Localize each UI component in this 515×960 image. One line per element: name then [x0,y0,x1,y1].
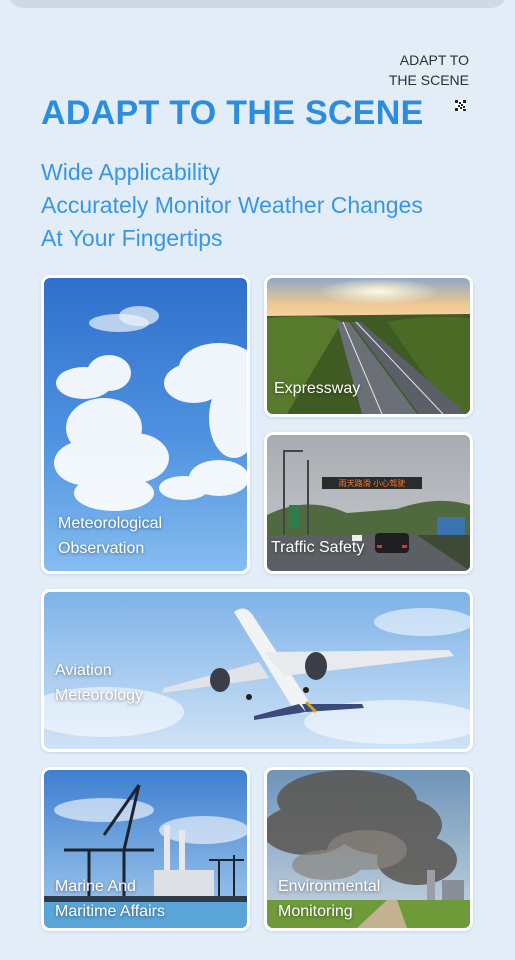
card-label: Environmental Monitoring [278,874,380,924]
card-label: Aviation Meteorology [55,658,143,708]
card-meteorological-observation[interactable]: Meteorological Observation [41,275,250,574]
card-label-line: Expressway [274,380,361,397]
card-label-line: Meteorological [58,515,163,532]
card-label-line: Observation [58,540,145,557]
scene-tag: ADAPT TO THE SCENE [349,50,469,90]
feature-item: Wide Applicability [41,159,220,185]
feature-item: Accurately Monitor Weather Changes [41,192,423,218]
card-label: Expressway [274,376,360,401]
card-label-line: Environmental [278,878,381,895]
card-label-line: Aviation [55,662,112,679]
card-label-line: Traffic Safety [271,539,365,556]
card-environmental-monitoring[interactable]: Environmental Monitoring [264,767,473,931]
scene-tag-line2: THE SCENE [388,72,469,88]
card-label: Marine And Maritime Affairs [55,874,165,924]
card-label: Traffic Safety [271,535,364,560]
qr-code-icon[interactable] [455,100,466,111]
card-traffic-safety[interactable]: 雨天路滑 小心驾驶 Traffic Safety [264,432,473,574]
card-expressway[interactable]: Expressway [264,275,473,417]
page-title: ADAPT TO THE SCENE [41,94,424,132]
card-label-line: Marine And [55,878,136,895]
card-label: Meteorological Observation [58,511,162,561]
sign-text: 雨天路滑 小心驾驶 [339,478,406,488]
card-label-line: Meteorology [55,687,144,704]
feature-item: At Your Fingertips [41,225,223,251]
card-aviation-meteorology[interactable]: Aviation Meteorology [41,589,473,752]
scene-tag-line1: ADAPT TO [399,52,469,68]
card-label-line: Maritime Affairs [55,903,165,920]
card-label-line: Monitoring [278,903,353,920]
top-bar [8,0,507,8]
feature-list: Wide Applicability Accurately Monitor We… [41,156,423,255]
card-marine-maritime[interactable]: Marine And Maritime Affairs [41,767,250,931]
